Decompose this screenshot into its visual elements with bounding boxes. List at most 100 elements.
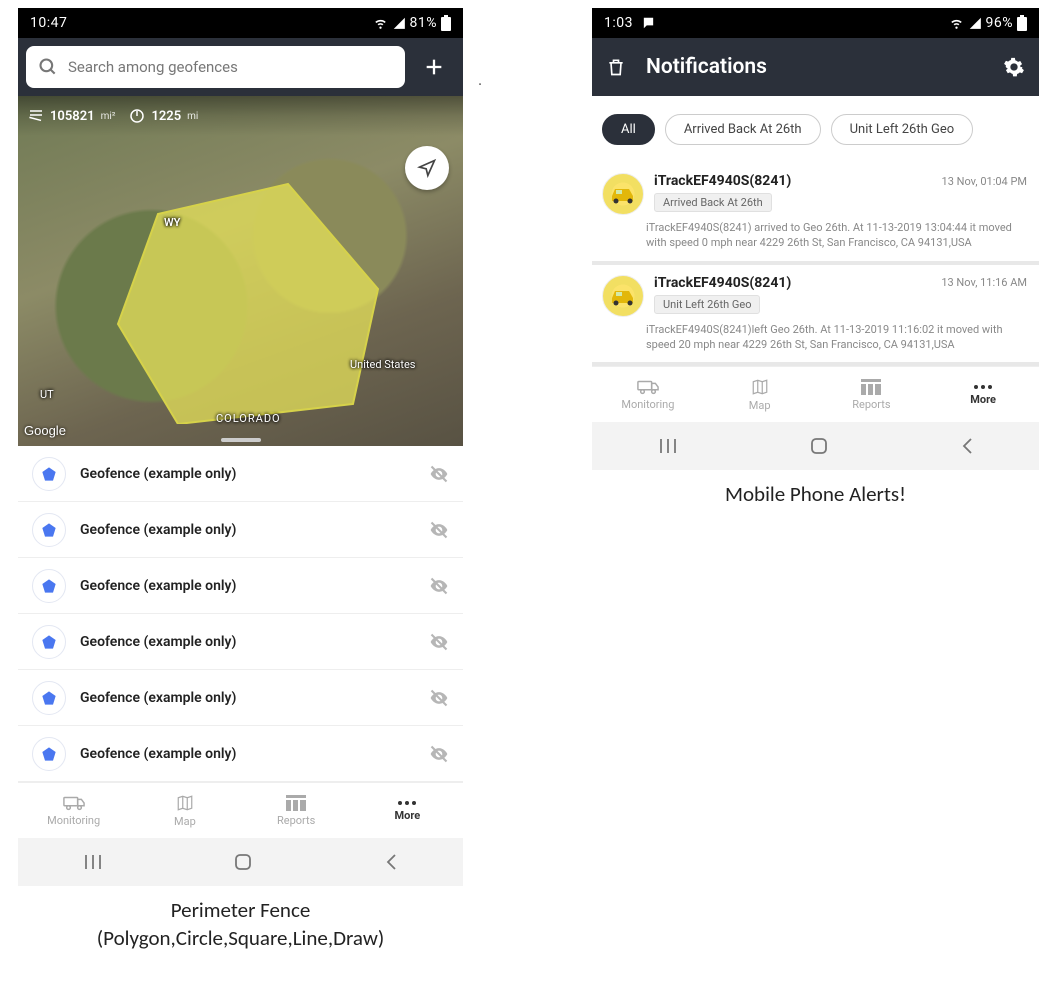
van-icon xyxy=(637,379,659,395)
tab-map[interactable]: Map xyxy=(704,367,816,422)
map-label-ut: UT xyxy=(40,388,54,401)
vehicle-avatar-icon xyxy=(602,275,644,317)
home-button[interactable] xyxy=(233,852,253,872)
recents-button[interactable] xyxy=(658,437,678,455)
unit-name: iTrackEF4940S(8241) xyxy=(654,275,791,291)
filter-chips: All Arrived Back At 26th Unit Left 26th … xyxy=(592,96,1039,163)
notif-tag: Arrived Back At 26th xyxy=(654,193,772,212)
recents-button[interactable] xyxy=(83,853,103,871)
chip-all[interactable]: All xyxy=(602,114,655,145)
area-icon xyxy=(28,108,44,124)
signal-icon xyxy=(392,16,406,30)
search-icon xyxy=(38,57,58,77)
notification-card[interactable]: iTrackEF4940S(8241) 13 Nov, 11:16 AM Uni… xyxy=(592,265,1039,367)
android-navbar xyxy=(592,422,1039,470)
perimeter-unit: mi xyxy=(187,111,198,122)
map-metrics: 105821 mi² 1225 mi xyxy=(18,96,463,136)
tab-monitoring[interactable]: Monitoring xyxy=(592,367,704,422)
notification-list: iTrackEF4940S(8241) 13 Nov, 01:04 PM Arr… xyxy=(592,163,1039,366)
more-icon xyxy=(397,800,417,806)
add-geofence-button[interactable] xyxy=(413,46,455,88)
unit-name: iTrackEF4940S(8241) xyxy=(654,173,791,189)
locate-me-button[interactable] xyxy=(405,146,449,190)
geofence-label: Geofence (example only) xyxy=(80,466,415,482)
notif-description: iTrackEF4940S(8241) arrived to Geo 26th.… xyxy=(602,221,1027,251)
notification-card[interactable]: iTrackEF4940S(8241) 13 Nov, 01:04 PM Arr… xyxy=(592,163,1039,265)
geofence-label: Geofence (example only) xyxy=(80,746,415,762)
vehicle-avatar-icon xyxy=(602,173,644,215)
tab-reports[interactable]: Reports xyxy=(241,783,352,838)
tab-monitoring[interactable]: Monitoring xyxy=(18,783,129,838)
back-button[interactable] xyxy=(960,436,974,456)
table-icon xyxy=(861,379,881,395)
geofence-row[interactable]: Geofence (example only) xyxy=(18,726,463,782)
perimeter-value: 1225 xyxy=(151,109,181,124)
geofence-polygon[interactable] xyxy=(88,174,388,424)
geofence-label: Geofence (example only) xyxy=(80,522,415,538)
status-bar: 10:47 81% xyxy=(18,8,463,38)
left-phone-screen: 10:47 81% Search among geofences xyxy=(18,8,463,886)
back-button[interactable] xyxy=(384,852,398,872)
area-unit: mi² xyxy=(101,111,116,122)
visibility-off-icon[interactable] xyxy=(429,744,449,764)
google-logo: Google xyxy=(24,423,66,438)
map-view[interactable]: 105821 mi² 1225 mi WY United States COLO… xyxy=(18,96,463,446)
map-icon xyxy=(175,794,195,812)
map-label-co: COLORADO xyxy=(216,412,281,425)
chip-left[interactable]: Unit Left 26th Geo xyxy=(831,114,974,145)
geofence-list: Geofence (example only) Geofence (exampl… xyxy=(18,446,463,782)
tab-map[interactable]: Map xyxy=(129,783,240,838)
bottom-tabs: Monitoring Map Reports More xyxy=(592,366,1039,422)
geofence-label: Geofence (example only) xyxy=(80,578,415,594)
chat-notification-icon xyxy=(641,16,656,30)
visibility-off-icon[interactable] xyxy=(429,632,449,652)
wifi-icon xyxy=(373,16,388,30)
tab-reports[interactable]: Reports xyxy=(816,367,928,422)
page-title: Notifications xyxy=(646,55,983,79)
map-label-wy: WY xyxy=(164,216,180,229)
more-icon xyxy=(973,384,993,390)
android-navbar xyxy=(18,838,463,886)
geofence-row[interactable]: Geofence (example only) xyxy=(18,614,463,670)
area-value: 105821 xyxy=(50,109,95,124)
visibility-off-icon[interactable] xyxy=(429,520,449,540)
trash-icon[interactable] xyxy=(606,56,626,78)
notif-tag: Unit Left 26th Geo xyxy=(654,295,760,314)
geofence-row[interactable]: Geofence (example only) xyxy=(18,670,463,726)
map-label-us: United States xyxy=(350,358,415,371)
geofence-row[interactable]: Geofence (example only) xyxy=(18,558,463,614)
battery-icon xyxy=(1017,15,1027,31)
polygon-shape-icon xyxy=(32,513,66,547)
signal-icon xyxy=(968,16,982,30)
right-phone-screen: 1:03 96% Notifications All Arrived Back … xyxy=(592,8,1039,470)
sheet-drag-handle[interactable] xyxy=(221,438,261,442)
perimeter-icon xyxy=(129,108,145,124)
polygon-shape-icon xyxy=(32,625,66,659)
search-input[interactable]: Search among geofences xyxy=(26,46,405,88)
home-button[interactable] xyxy=(809,436,829,456)
table-icon xyxy=(286,795,306,811)
gear-icon[interactable] xyxy=(1003,56,1025,78)
polygon-shape-icon xyxy=(32,457,66,491)
geofence-label: Geofence (example only) xyxy=(80,634,415,650)
notif-time: 13 Nov, 01:04 PM xyxy=(942,175,1027,188)
polygon-shape-icon xyxy=(32,569,66,603)
visibility-off-icon[interactable] xyxy=(429,688,449,708)
tab-more[interactable]: More xyxy=(352,783,463,838)
geofence-row[interactable]: Geofence (example only) xyxy=(18,502,463,558)
tab-more[interactable]: More xyxy=(927,367,1039,422)
notif-time: 13 Nov, 11:16 AM xyxy=(941,276,1027,289)
visibility-off-icon[interactable] xyxy=(429,464,449,484)
polygon-shape-icon xyxy=(32,737,66,771)
wifi-icon xyxy=(949,16,964,30)
visibility-off-icon[interactable] xyxy=(429,576,449,596)
notif-description: iTrackEF4940S(8241)left Geo 26th. At 11-… xyxy=(602,323,1027,353)
map-icon xyxy=(750,378,770,396)
bottom-tabs: Monitoring Map Reports More xyxy=(18,782,463,838)
geofence-row[interactable]: Geofence (example only) xyxy=(18,446,463,502)
chip-arrived[interactable]: Arrived Back At 26th xyxy=(665,114,821,145)
separator-dot: . xyxy=(478,70,482,89)
search-appbar: Search among geofences xyxy=(18,38,463,96)
battery-icon xyxy=(441,15,451,31)
status-time: 1:03 xyxy=(604,15,633,31)
